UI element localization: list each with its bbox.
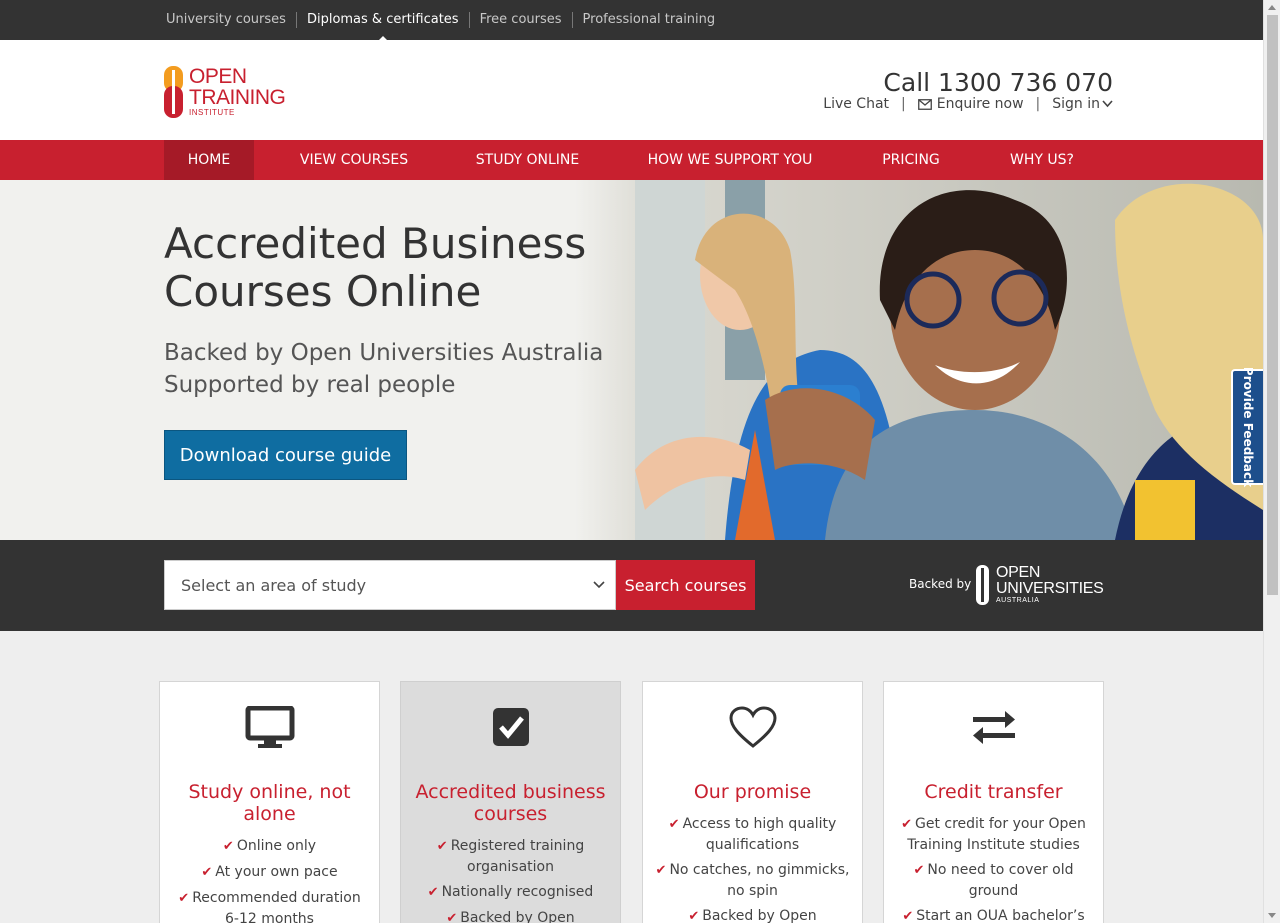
check-icon: ✔ (436, 839, 448, 854)
list-item: ✔ At your own pace (201, 864, 338, 880)
check-icon: ✔ (446, 911, 458, 923)
search-courses-button[interactable]: Search courses (616, 560, 755, 610)
card-accredited-courses: Accredited business courses ✔ Registered … (400, 681, 621, 923)
hero-banner: Accredited Business Courses Online Backe… (0, 180, 1263, 540)
transfer-arrows-icon (972, 711, 1015, 744)
hero-subtitle: Backed by Open Universities Australia Su… (164, 337, 603, 401)
hero-title: Accredited Business Courses Online (164, 219, 587, 316)
header-links: Live Chat | Enquire now | Sign in (823, 96, 1113, 112)
check-icon: ✔ (427, 885, 439, 900)
check-icon: ✔ (902, 909, 914, 923)
vertical-scrollbar[interactable] (1263, 0, 1280, 923)
card-title: Study online, not alone (188, 781, 351, 825)
feature-cards: Study online, not alone ✔ Online only ✔ At… (159, 681, 1105, 923)
top-utility-bar: University courses Diplomas & certificat… (0, 0, 1263, 41)
live-chat-link[interactable]: Live Chat (823, 96, 889, 112)
nav-item-pricing[interactable]: PRICING (859, 140, 963, 180)
card-title: Accredited business courses (415, 781, 606, 825)
open-universities-australia-wordmark: OPEN UNIVERSITIES AUSTRALIA (996, 564, 1104, 605)
card-credit-transfer: Credit transfer ✔ Get credit for your Ope… (883, 681, 1104, 923)
card-title: Credit transfer (924, 781, 1063, 803)
check-icon: ✔ (668, 817, 680, 832)
list-item: ✔ Access to high quality qualifications (668, 816, 837, 853)
check-icon: ✔ (913, 863, 925, 878)
hero-photo-students (575, 180, 1263, 540)
study-area-select-value: Select an area of study (181, 575, 367, 595)
list-item: ✔ Registered training organisation (436, 838, 585, 875)
card-list: ✔ Access to high quality qualifications ✔… (653, 814, 852, 923)
check-icon: ✔ (655, 863, 667, 878)
chevron-down-icon (593, 581, 605, 589)
nav-item-view-courses[interactable]: VIEW COURSES (254, 140, 454, 180)
list-item: ✔ Nationally recognised (427, 884, 594, 900)
envelope-icon (917, 98, 932, 110)
list-item: ✔ No catches, no gimmicks, no spin (655, 862, 850, 899)
scroll-up-arrow-icon[interactable] (1268, 5, 1276, 10)
logo-wordmark: OPEN TRAINING INSTITUTE (189, 65, 286, 117)
list-item: ✔ No need to cover old ground (913, 862, 1074, 899)
call-phone-number[interactable]: Call 1300 736 070 (883, 68, 1113, 97)
topbar-link-professional-training[interactable]: Professional training (571, 12, 726, 28)
check-icon: ✔ (222, 839, 234, 854)
list-item: ✔ Backed by Open (688, 908, 817, 923)
list-item: ✔ Start an OUA bachelor’s (902, 908, 1085, 923)
check-icon: ✔ (901, 817, 912, 832)
sign-in-dropdown[interactable]: Sign in (1052, 96, 1113, 112)
hero-subtitle-line-2: Supported by real people (164, 372, 456, 398)
open-training-institute-logo[interactable]: OPEN TRAINING INSTITUTE (164, 65, 286, 118)
course-search-band: Select an area of study Search courses B… (0, 540, 1263, 631)
card-title: Our promise (693, 781, 812, 803)
list-item: ✔ Get credit for your Open Training Insti… (901, 816, 1086, 853)
chevron-down-icon (1102, 100, 1113, 108)
check-icon: ✔ (201, 865, 213, 880)
sign-in-label: Sign in (1052, 96, 1100, 112)
provide-feedback-label: Provide Feedback (1241, 366, 1255, 488)
check-icon: ✔ (688, 909, 700, 923)
scrollbar-thumb[interactable] (1267, 15, 1278, 595)
scroll-down-arrow-icon[interactable] (1268, 913, 1276, 918)
provide-feedback-tab[interactable]: Provide Feedback (1231, 366, 1263, 488)
topbar-link-free-courses[interactable]: Free courses (468, 12, 572, 28)
nav-item-how-we-support-you[interactable]: HOW WE SUPPORT YOU (601, 140, 859, 180)
backed-by-label: Backed by (909, 577, 972, 591)
check-icon: ✔ (178, 891, 190, 906)
enquire-now-link[interactable]: Enquire now (917, 96, 1024, 112)
card-study-online: Study online, not alone ✔ Online only ✔ At… (159, 681, 380, 923)
main-nav: HOME VIEW COURSES STUDY ONLINE HOW WE SU… (0, 140, 1263, 180)
download-course-guide-button[interactable]: Download course guide (164, 430, 407, 480)
hero-subtitle-line-1: Backed by Open Universities Australia (164, 340, 604, 366)
heart-icon (728, 706, 777, 748)
card-our-promise: Our promise ✔ Access to high quality qual… (642, 681, 863, 923)
logo-mark-icon (164, 66, 183, 118)
checkbox-icon (492, 708, 529, 746)
nav-item-study-online[interactable]: STUDY ONLINE (454, 140, 601, 180)
list-item: ✔ Recommended duration 6-12 months (178, 890, 361, 923)
site-header: OPEN TRAINING INSTITUTE Call 1300 736 07… (0, 40, 1263, 140)
enquire-now-label: Enquire now (936, 96, 1024, 112)
list-item: ✔ Backed by Open (411, 908, 610, 923)
monitor-icon (245, 706, 294, 748)
nav-item-why-us[interactable]: WHY US? (963, 140, 1121, 180)
card-list: ✔ Get credit for your Open Training Insti… (894, 814, 1093, 923)
list-item: ✔ Online only (222, 838, 317, 854)
card-list: ✔ Online only ✔ At your own pace ✔ Recommen… (170, 836, 369, 923)
topbar-link-university-courses[interactable]: University courses (156, 12, 296, 28)
study-area-select[interactable]: Select an area of study (164, 560, 616, 610)
topbar-link-diplomas-certificates[interactable]: Diplomas & certificates (295, 12, 469, 41)
divider: | (1035, 96, 1041, 112)
divider: | (901, 96, 906, 112)
card-list: ✔ Registered training organisation ✔ Natio… (411, 836, 610, 923)
nav-item-home[interactable]: HOME (164, 140, 254, 180)
